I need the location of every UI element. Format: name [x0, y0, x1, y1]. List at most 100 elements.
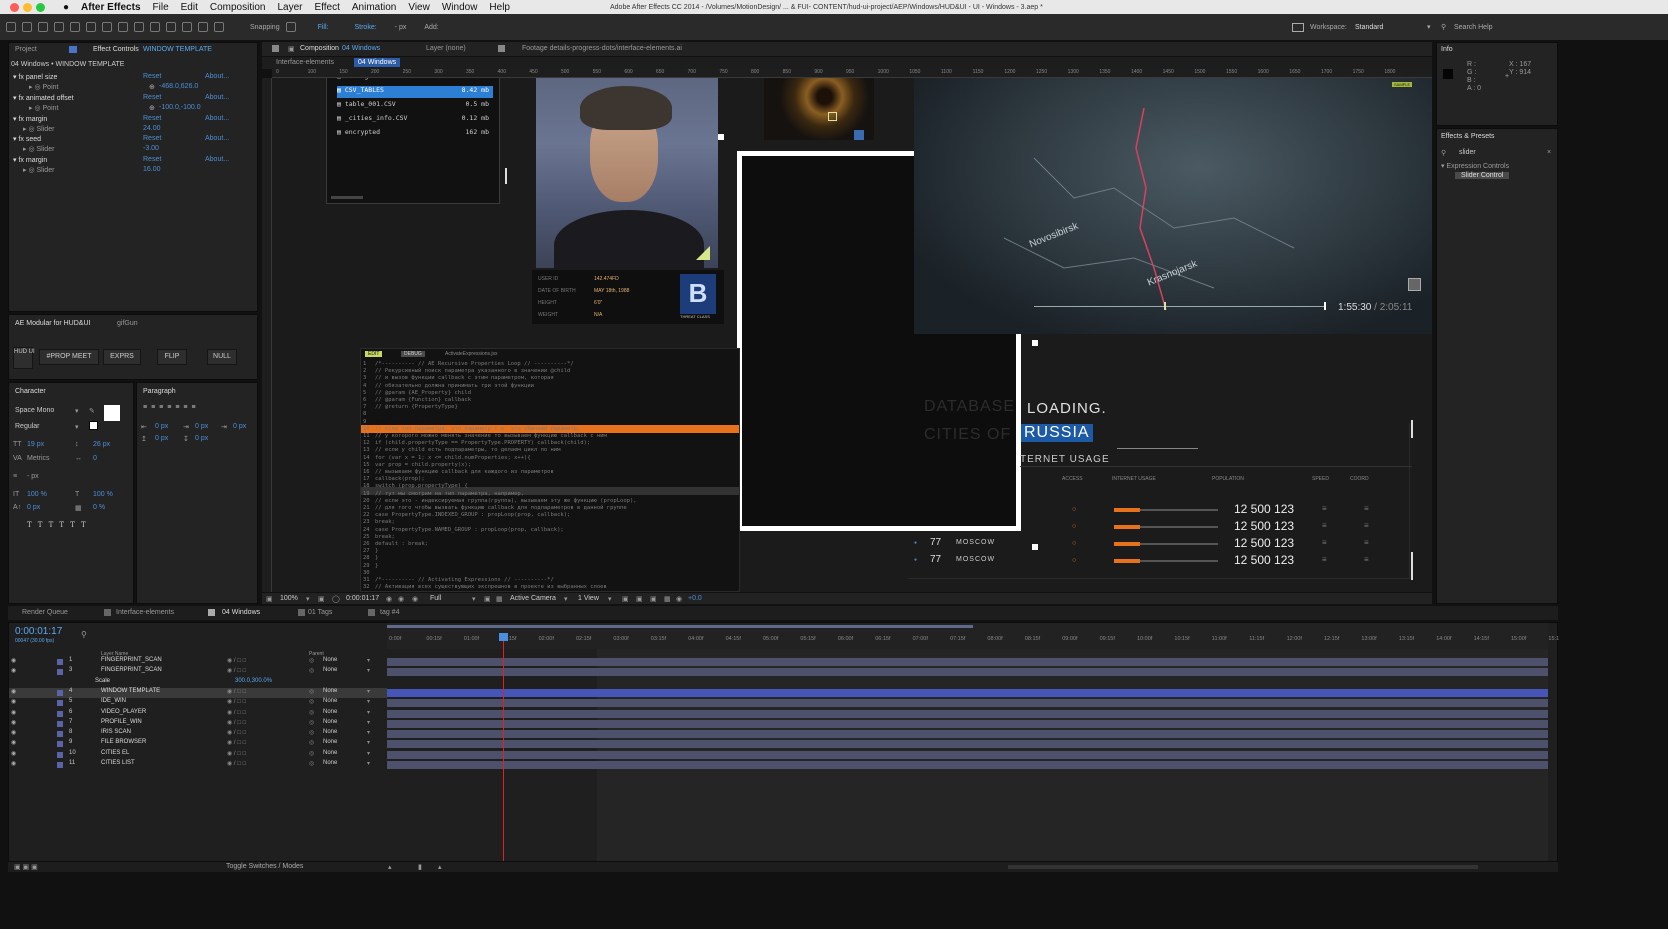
tab-01-tags[interactable]: 01 Tags — [308, 609, 332, 616]
timeline-layer-row[interactable]: ◉ 8 IRIS SCAN ◉ / □ □ ◎ None ▾ — [9, 729, 387, 739]
work-area-bar[interactable] — [387, 625, 973, 628]
effect-row-margin[interactable]: ▾ fx margin — [13, 115, 47, 123]
snapping-label[interactable]: Snapping — [250, 24, 280, 31]
about-link[interactable]: About... — [205, 156, 229, 163]
layer-duration-bar[interactable] — [387, 730, 1548, 739]
timeline-layer-row[interactable]: ◉ 10 CITIES EL ◉ / □ □ ◎ None ▾ — [9, 750, 387, 760]
chevron-down-icon[interactable]: ▾ — [367, 729, 370, 736]
handle[interactable] — [718, 134, 724, 140]
effect-value[interactable]: -3.00 — [143, 145, 159, 152]
menu-file[interactable]: File — [153, 2, 169, 13]
effect-row-animated-offset[interactable]: ▾ fx animated offset — [13, 94, 74, 102]
baseline-shift-field[interactable]: 0 px — [27, 504, 40, 511]
fill-color-swatch[interactable] — [104, 405, 120, 421]
chevron-down-icon[interactable]: ▾ — [367, 698, 370, 705]
clear-search-icon[interactable]: × — [1547, 149, 1551, 156]
visibility-eye-icon[interactable]: ◉ — [11, 750, 16, 757]
layer-switches[interactable]: ◉ / □ □ — [227, 688, 246, 695]
chevron-down-icon[interactable]: ▾ — [367, 739, 370, 746]
layer-duration-bar[interactable] — [387, 709, 1548, 718]
rotate-tool-icon[interactable] — [54, 22, 64, 32]
vertical-ruler[interactable] — [262, 78, 272, 592]
kerning-select[interactable]: Metrics — [27, 455, 50, 462]
parent-pickwhip-icon[interactable]: ◎ — [309, 739, 314, 746]
composition-viewer[interactable]: ▤ footages 32 mb ▤ CSV_TABLES 8.42 mb ▤ tabl… — [272, 78, 1432, 592]
close-dot[interactable] — [10, 2, 19, 12]
toggle-switches-button[interactable]: Toggle Switches / Modes — [226, 863, 303, 870]
layer-switches[interactable]: ◉ / □ □ — [227, 698, 246, 705]
camera-select[interactable]: Active Camera — [510, 595, 556, 602]
app-menu[interactable]: After Effects — [81, 2, 140, 13]
snap-icon[interactable] — [285, 22, 296, 32]
null-button[interactable]: NULL — [207, 349, 237, 365]
visibility-eye-icon[interactable]: ◉ — [11, 657, 16, 664]
label-color-swatch[interactable] — [57, 680, 63, 686]
puppet-tool-icon[interactable] — [214, 22, 224, 32]
layer-duration-bar[interactable] — [387, 688, 1548, 697]
timeline-layer-row[interactable]: ◉ 5 IDE_WIN ◉ / □ □ ◎ None ▾ — [9, 698, 387, 708]
alignment-icons[interactable]: ≡≡≡≡≡≡≡ — [143, 404, 200, 411]
snapshot-icon[interactable]: ◉ — [386, 595, 392, 603]
parent-select[interactable]: None — [323, 667, 337, 673]
fast-preview-icon[interactable]: ▣ — [636, 595, 643, 603]
chevron-down-icon[interactable]: ▾ — [367, 667, 370, 674]
parent-select[interactable]: None — [323, 688, 337, 694]
file-row[interactable]: ▤ table_001.CSV 0.5 mb — [337, 100, 493, 112]
lock-icon[interactable] — [272, 45, 279, 52]
label-color-swatch[interactable] — [57, 731, 63, 738]
chevron-down-icon[interactable]: ▾ — [367, 688, 370, 695]
prop-meet-button[interactable]: #PROP MEET — [39, 349, 99, 365]
timeline-scrollbar[interactable] — [1008, 865, 1478, 869]
layer-switches[interactable]: ◉ / □ □ — [227, 709, 246, 716]
label-color-swatch[interactable] — [57, 710, 63, 717]
effect-value[interactable]: -100.0,-100.0 — [159, 104, 201, 111]
font-style-select[interactable]: Regular — [15, 423, 40, 430]
zoom-out-icon[interactable]: ▴ — [388, 863, 392, 871]
zoom-tool-icon[interactable] — [38, 22, 48, 32]
tab-tag-4[interactable]: tag #4 — [380, 609, 399, 616]
layer-name[interactable]: CITIES EL — [101, 750, 129, 756]
chevron-down-icon[interactable]: ▾ — [367, 719, 370, 726]
toggle-icon[interactable]: ▣ — [266, 595, 273, 603]
timeline-layer-row[interactable]: ◉ 4 WINDOW TEMPLATE ◉ / □ □ ◎ None ▾ — [9, 687, 387, 698]
visibility-eye-icon[interactable]: ◉ — [11, 667, 16, 674]
layer-duration-bar[interactable] — [387, 761, 1548, 769]
space-before-field[interactable]: 0 px — [155, 435, 168, 442]
transparency-icon[interactable]: ▦ — [496, 595, 503, 603]
camera-tool-icon[interactable] — [70, 22, 80, 32]
subtab-interface-elements[interactable]: Interface-elements — [276, 59, 334, 66]
file-row[interactable]: ▤ CSV_TABLES 8.42 mb — [337, 86, 493, 98]
playhead-handle[interactable] — [499, 633, 508, 641]
layer-name[interactable]: IDE_WIN — [101, 698, 126, 704]
label-color-swatch[interactable] — [57, 669, 63, 676]
chevron-down-icon[interactable]: ▾ — [608, 595, 612, 603]
progress-track[interactable] — [1034, 306, 1326, 307]
file-row[interactable]: ▤ _cities_info.CSV 0.12 mb — [337, 114, 493, 126]
tab-render-queue[interactable]: Render Queue — [22, 609, 68, 616]
slider-control-item[interactable]: Slider Control — [1455, 172, 1510, 179]
layer-name[interactable]: CITIES LIST — [101, 760, 135, 766]
zoom-slider[interactable]: ▮ — [418, 863, 422, 871]
tab-file[interactable]: ActivateExpressions.jsx — [445, 351, 498, 357]
expression-controls-group[interactable]: ▾ Expression Controls — [1441, 162, 1509, 170]
timeline-layer-row[interactable]: ◉ 11 CITIES LIST ◉ / □ □ ◎ None ▾ — [9, 760, 387, 770]
menu-animation[interactable]: Animation — [352, 2, 396, 13]
visibility-eye-icon[interactable]: ◉ — [11, 760, 16, 767]
effect-value[interactable]: 16.00 — [143, 166, 161, 173]
layer-name[interactable]: PROFILE_WIN — [101, 719, 142, 725]
effect-row-margin-2[interactable]: ▾ fx margin — [13, 156, 47, 164]
reset-link[interactable]: Reset — [143, 156, 161, 163]
tsume-field[interactable]: 0 % — [93, 504, 105, 511]
fullscreen-icon[interactable] — [1408, 278, 1421, 291]
timeline-icon[interactable]: ▣ — [650, 595, 657, 603]
layer-switches[interactable]: ◉ / □ □ — [227, 739, 246, 746]
reset-link[interactable]: Reset — [143, 73, 161, 80]
tab-composition[interactable]: Composition — [300, 45, 339, 52]
zoom-in-icon[interactable]: ▴ — [438, 863, 442, 871]
menu-edit[interactable]: Edit — [181, 2, 198, 13]
progress-marker[interactable] — [1164, 302, 1166, 310]
exprs-button[interactable]: EXPRS — [103, 349, 141, 365]
visibility-eye-icon[interactable]: ◉ — [11, 729, 16, 736]
visibility-eye-icon[interactable]: ◉ — [11, 709, 16, 716]
type-tool-icon[interactable] — [134, 22, 144, 32]
